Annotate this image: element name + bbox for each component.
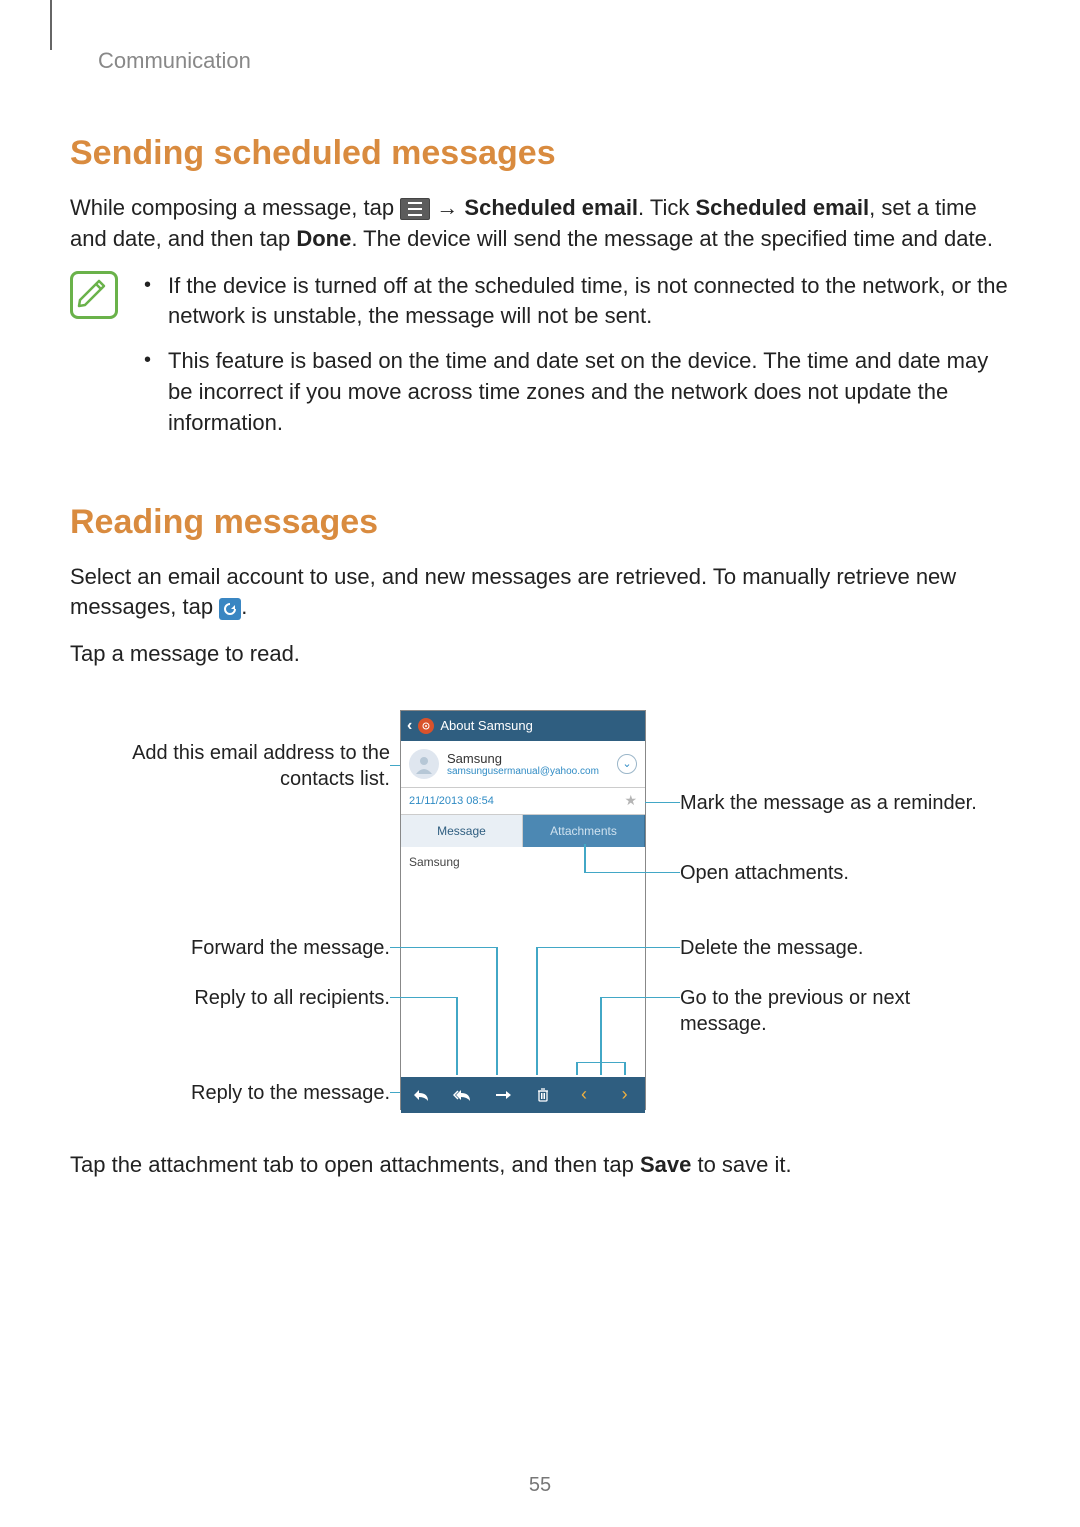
heading-scheduled: Sending scheduled messages [70, 134, 1010, 173]
page-number: 55 [0, 1474, 1080, 1497]
reading-para3: Tap the attachment tab to open attachmen… [70, 1150, 1010, 1181]
note-list: If the device is turned off at the sched… [140, 271, 1010, 453]
leader [576, 1062, 624, 1064]
sender-text: Samsung samsungusermanual@yahoo.com [447, 751, 609, 777]
chapter-title: Communication [98, 48, 1010, 74]
scheduled-paragraph: While composing a message, tap → Schedul… [70, 193, 1010, 255]
leader [390, 765, 400, 767]
leader [645, 802, 680, 804]
phone-title: About Samsung [440, 718, 533, 733]
callout-star: Mark the message as a reminder. [680, 790, 977, 816]
leader [584, 844, 586, 872]
prev-icon[interactable]: ‹ [572, 1084, 596, 1105]
phone-header: ‹ About Samsung [401, 711, 645, 741]
leader [456, 997, 458, 1075]
next-icon[interactable]: › [613, 1084, 637, 1105]
note-icon [70, 271, 118, 319]
callout-attach: Open attachments. [680, 860, 849, 886]
corner-mark [50, 0, 52, 50]
callout-add-contact: Add this email address to the contacts l… [90, 740, 390, 792]
scheduled-b3: Done [296, 226, 351, 251]
reading-p3a: Tap the attachment tab to open attachmen… [70, 1152, 640, 1177]
page: Communication Sending scheduled messages… [0, 0, 1080, 1527]
leader [576, 1062, 578, 1075]
leader [390, 997, 456, 999]
email-diagram: ‹ About Samsung Samsung samsungusermanua… [90, 710, 990, 1110]
scheduled-p3: . The device will send the message at th… [351, 226, 993, 251]
refresh-icon [219, 598, 241, 620]
tab-attachments[interactable]: Attachments [523, 815, 645, 847]
heading-reading: Reading messages [70, 503, 1010, 542]
leader [390, 947, 496, 949]
leader [536, 947, 538, 1075]
tabs: Message Attachments [401, 815, 645, 847]
scheduled-b2: Scheduled email [696, 195, 870, 220]
forward-icon[interactable] [491, 1089, 515, 1101]
reading-para2: Tap a message to read. [70, 639, 1010, 670]
leader [584, 872, 680, 874]
expand-icon[interactable]: ⌄ [617, 754, 637, 774]
leader [624, 1062, 626, 1075]
reply-all-icon[interactable] [450, 1088, 474, 1102]
arrow: → [436, 195, 458, 220]
reading-p1b: . [241, 594, 247, 619]
footer-bar: ‹ › [401, 1077, 645, 1113]
callout-replyall: Reply to all recipients. [90, 985, 390, 1011]
callout-delete: Delete the message. [680, 935, 863, 961]
tab-message[interactable]: Message [401, 815, 523, 847]
sender-email: samsungusermanual@yahoo.com [447, 766, 609, 777]
scheduled-p1: While composing a message, tap [70, 195, 400, 220]
reading-p1a: Select an email account to use, and new … [70, 564, 956, 620]
reply-icon[interactable] [409, 1088, 433, 1102]
leader [536, 947, 680, 949]
callout-reply: Reply to the message. [90, 1080, 390, 1106]
leader [600, 997, 680, 999]
scheduled-mid: . Tick [638, 195, 695, 220]
callout-nav: Go to the previous or next message. [680, 985, 960, 1037]
leader [600, 1050, 602, 1062]
reading-p3b: Save [640, 1152, 691, 1177]
email-body: Samsung [401, 847, 645, 1077]
delete-icon[interactable] [531, 1088, 555, 1102]
note-item-2: This feature is based on the time and da… [140, 346, 1010, 438]
callout-forward: Forward the message. [90, 935, 390, 961]
phone-mock: ‹ About Samsung Samsung samsungusermanua… [400, 710, 646, 1110]
note-item-1: If the device is turned off at the sched… [140, 271, 1010, 333]
note-block: If the device is turned off at the sched… [70, 271, 1010, 453]
sender-name: Samsung [447, 751, 609, 766]
leader [390, 1092, 400, 1094]
date-row: 21/11/2013 08:54 ★ [401, 788, 645, 815]
scheduled-b1: Scheduled email [464, 195, 638, 220]
back-icon[interactable]: ‹ [407, 717, 412, 735]
leader [496, 947, 498, 1075]
datetime: 21/11/2013 08:54 [409, 795, 494, 807]
sender-row[interactable]: Samsung samsungusermanual@yahoo.com ⌄ [401, 741, 645, 788]
menu-icon [400, 198, 430, 220]
app-icon [418, 718, 434, 734]
star-icon[interactable]: ★ [624, 792, 637, 809]
reading-p3c: to save it. [691, 1152, 791, 1177]
reading-para1: Select an email account to use, and new … [70, 562, 1010, 624]
avatar [409, 749, 439, 779]
